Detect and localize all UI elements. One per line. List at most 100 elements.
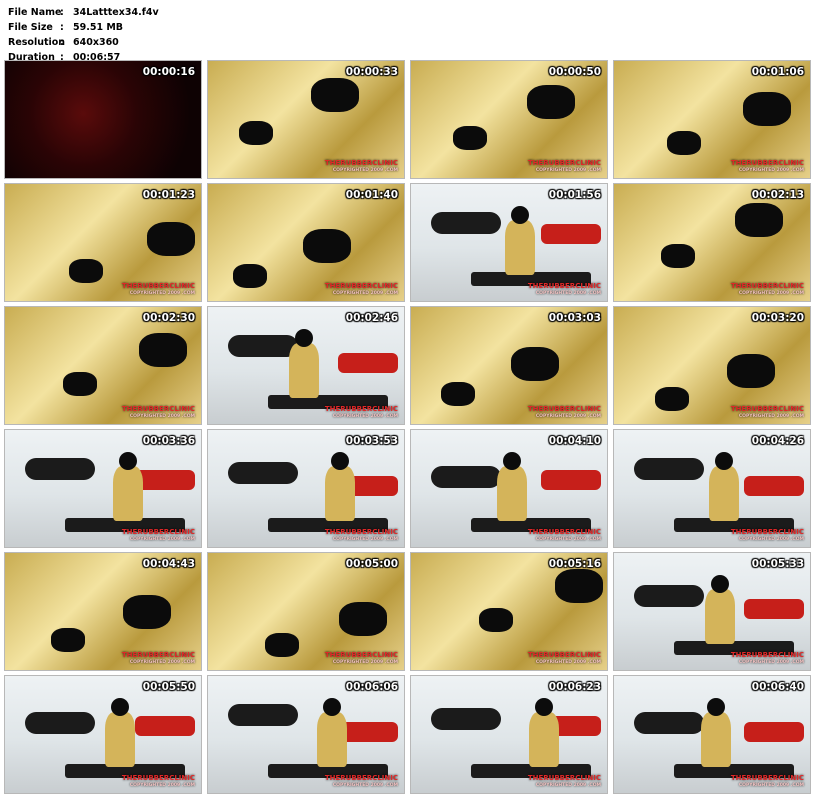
watermark-copyright: COPYRIGHTED 2009 .COM [332, 660, 398, 665]
table-shape [634, 458, 704, 480]
resolution-label: Resolution [8, 37, 66, 48]
watermark: THERUBBERCLINIC COPYRIGHTED 2009 .COM [731, 160, 804, 174]
glove-shape [479, 608, 513, 632]
watermark-brand: THERUBBERCLINIC [121, 774, 195, 782]
watermark: THERUBBERCLINIC COPYRIGHTED 2009 .COM [325, 160, 398, 174]
video-thumbnail[interactable]: 00:03:03 THERUBBERCLINIC COPYRIGHTED 2009 … [410, 306, 608, 425]
video-thumbnail[interactable]: 00:06:23 THERUBBERCLINIC COPYRIGHTED 2009 … [410, 675, 608, 794]
glove-shape [453, 126, 487, 150]
thumbnail-timestamp: 00:01:06 [751, 66, 804, 78]
file-size-row: File Size : 59.51 MB [8, 20, 159, 35]
watermark-brand: THERUBBERCLINIC [324, 405, 398, 413]
watermark: THERUBBERCLINIC COPYRIGHTED 2009 .COM [731, 529, 804, 543]
watermark-copyright: COPYRIGHTED 2009 .COM [535, 660, 601, 665]
watermark-brand: THERUBBERCLINIC [730, 159, 804, 167]
video-thumbnail[interactable]: 00:06:40 THERUBBERCLINIC COPYRIGHTED 2009 … [613, 675, 811, 794]
watermark-brand: THERUBBERCLINIC [324, 774, 398, 782]
bench-shape [744, 722, 804, 742]
file-size-label: File Size [8, 22, 53, 33]
bench-shape [541, 470, 601, 490]
watermark-brand: THERUBBERCLINIC [324, 528, 398, 536]
video-thumbnail[interactable]: 00:05:16 THERUBBERCLINIC COPYRIGHTED 2009 … [410, 552, 608, 671]
video-thumbnail[interactable]: 00:01:06 THERUBBERCLINIC COPYRIGHTED 2009 … [613, 60, 811, 179]
figure-shape [113, 466, 143, 521]
watermark: THERUBBERCLINIC COPYRIGHTED 2009 .COM [528, 652, 601, 666]
watermark-brand: THERUBBERCLINIC [730, 282, 804, 290]
video-thumbnail[interactable]: 00:01:40 THERUBBERCLINIC COPYRIGHTED 2009 … [207, 183, 405, 302]
video-thumbnail[interactable]: 00:02:30 THERUBBERCLINIC COPYRIGHTED 2009 … [4, 306, 202, 425]
file-size-value: 59.51 MB [73, 22, 124, 33]
glove-shape [311, 78, 359, 112]
video-thumbnail[interactable]: 00:00:16 [4, 60, 202, 179]
video-thumbnail[interactable]: 00:05:00 THERUBBERCLINIC COPYRIGHTED 2009 … [207, 552, 405, 671]
video-thumbnail[interactable]: 00:01:56 THERUBBERCLINIC COPYRIGHTED 2009 … [410, 183, 608, 302]
video-thumbnail[interactable]: 00:04:43 THERUBBERCLINIC COPYRIGHTED 2009 … [4, 552, 202, 671]
watermark-brand: THERUBBERCLINIC [730, 405, 804, 413]
video-thumbnail[interactable]: 00:02:13 THERUBBERCLINIC COPYRIGHTED 2009 … [613, 183, 811, 302]
watermark-brand: THERUBBERCLINIC [324, 282, 398, 290]
table-shape [431, 466, 501, 488]
watermark-copyright: COPYRIGHTED 2009 .COM [535, 537, 601, 542]
glove-shape [735, 203, 783, 237]
watermark: THERUBBERCLINIC COPYRIGHTED 2009 .COM [325, 775, 398, 789]
video-thumbnail[interactable]: 00:02:46 THERUBBERCLINIC COPYRIGHTED 2009 … [207, 306, 405, 425]
watermark: THERUBBERCLINIC COPYRIGHTED 2009 .COM [528, 406, 601, 420]
watermark-copyright: COPYRIGHTED 2009 .COM [332, 414, 398, 419]
glove-shape [51, 628, 85, 652]
table-shape [228, 462, 298, 484]
thumbnail-timestamp: 00:05:50 [142, 681, 195, 693]
watermark-brand: THERUBBERCLINIC [527, 528, 601, 536]
video-thumbnail[interactable]: 00:05:50 THERUBBERCLINIC COPYRIGHTED 2009 … [4, 675, 202, 794]
bench-shape [744, 476, 804, 496]
thumbnail-timestamp: 00:06:40 [751, 681, 804, 693]
watermark-brand: THERUBBERCLINIC [121, 282, 195, 290]
watermark: THERUBBERCLINIC COPYRIGHTED 2009 .COM [528, 160, 601, 174]
table-shape [634, 712, 704, 734]
watermark-brand: THERUBBERCLINIC [527, 405, 601, 413]
video-thumbnail[interactable]: 00:03:36 THERUBBERCLINIC COPYRIGHTED 2009 … [4, 429, 202, 548]
watermark-brand: THERUBBERCLINIC [730, 651, 804, 659]
glove-shape [139, 333, 187, 367]
watermark-copyright: COPYRIGHTED 2009 .COM [535, 168, 601, 173]
resolution-row: Resolution : 640x360 [8, 35, 159, 50]
head-shape [511, 206, 529, 224]
thumbnail-timestamp: 00:01:40 [345, 189, 398, 201]
video-thumbnail[interactable]: 00:00:50 THERUBBERCLINIC COPYRIGHTED 2009 … [410, 60, 608, 179]
video-thumbnail[interactable]: 00:05:33 THERUBBERCLINIC COPYRIGHTED 2009 … [613, 552, 811, 671]
head-shape [111, 698, 129, 716]
thumbnail-timestamp: 00:06:06 [345, 681, 398, 693]
glove-shape [441, 382, 475, 406]
video-thumbnail[interactable]: 00:00:33 THERUBBERCLINIC COPYRIGHTED 2009 … [207, 60, 405, 179]
bench-shape [338, 722, 398, 742]
video-thumbnail[interactable]: 00:04:26 THERUBBERCLINIC COPYRIGHTED 2009 … [613, 429, 811, 548]
video-thumbnail[interactable]: 00:04:10 THERUBBERCLINIC COPYRIGHTED 2009 … [410, 429, 608, 548]
thumbnail-grid: 00:00:16 00:00:33 THERUBBERCLINIC COPYRIGHT… [4, 60, 812, 798]
watermark: THERUBBERCLINIC COPYRIGHTED 2009 .COM [731, 652, 804, 666]
bench-shape [135, 716, 195, 736]
watermark-copyright: COPYRIGHTED 2009 .COM [129, 783, 195, 788]
watermark-brand: THERUBBERCLINIC [527, 651, 601, 659]
thumbnail-timestamp: 00:04:10 [548, 435, 601, 447]
watermark: THERUBBERCLINIC COPYRIGHTED 2009 .COM [528, 775, 601, 789]
figure-shape [325, 466, 355, 521]
watermark-brand: THERUBBERCLINIC [527, 774, 601, 782]
thumbnail-timestamp: 00:00:50 [548, 66, 601, 78]
video-thumbnail[interactable]: 00:01:23 THERUBBERCLINIC COPYRIGHTED 2009 … [4, 183, 202, 302]
video-thumbnail[interactable]: 00:03:20 THERUBBERCLINIC COPYRIGHTED 2009 … [613, 306, 811, 425]
watermark-copyright: COPYRIGHTED 2009 .COM [738, 414, 804, 419]
watermark: THERUBBERCLINIC COPYRIGHTED 2009 .COM [122, 283, 195, 297]
watermark: THERUBBERCLINIC COPYRIGHTED 2009 .COM [731, 775, 804, 789]
glove-shape [303, 229, 351, 263]
separator: : [60, 7, 64, 18]
head-shape [707, 698, 725, 716]
head-shape [503, 452, 521, 470]
thumbnail-timestamp: 00:03:53 [345, 435, 398, 447]
glove-shape [661, 244, 695, 268]
thumbnail-timestamp: 00:00:33 [345, 66, 398, 78]
video-thumbnail[interactable]: 00:06:06 THERUBBERCLINIC COPYRIGHTED 2009 … [207, 675, 405, 794]
watermark: THERUBBERCLINIC COPYRIGHTED 2009 .COM [528, 283, 601, 297]
figure-shape [497, 466, 527, 521]
file-name-row: File Name : 34Latttex34.f4v [8, 5, 159, 20]
thumbnail-timestamp: 00:06:23 [548, 681, 601, 693]
video-thumbnail[interactable]: 00:03:53 THERUBBERCLINIC COPYRIGHTED 2009 … [207, 429, 405, 548]
